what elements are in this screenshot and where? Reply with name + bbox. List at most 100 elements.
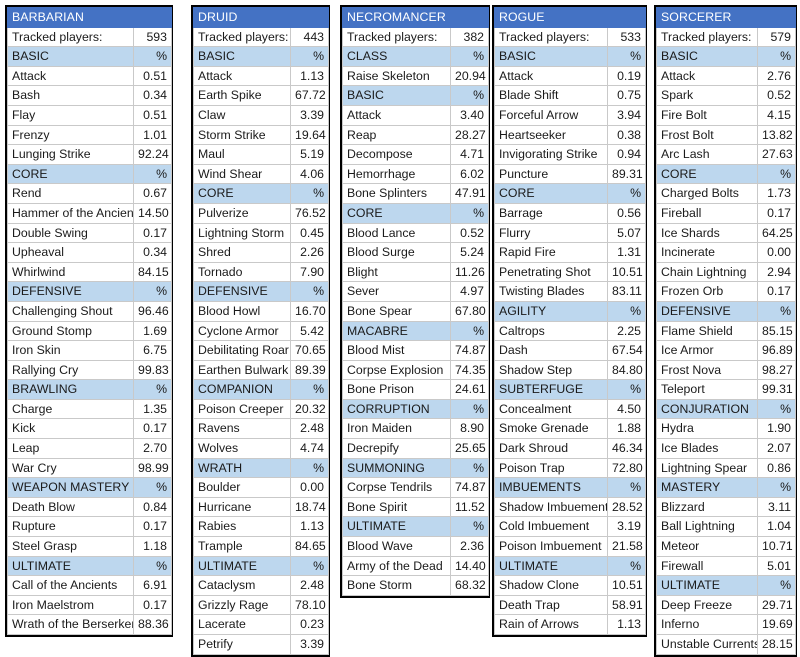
skill-usage-percent: 0.45 — [289, 222, 330, 244]
skill-category-row: ULTIMATE% — [193, 555, 330, 577]
skill-category-label: DEFENSIVE — [656, 300, 758, 322]
skill-name: Hammer of the Ancients — [7, 202, 134, 224]
skill-name: Cyclone Armor — [193, 320, 291, 342]
skill-name: Fireball — [656, 202, 758, 224]
skill-name: Death Trap — [494, 594, 608, 616]
skill-name: Reap — [342, 124, 451, 146]
percent-column-header: % — [289, 555, 330, 577]
skill-usage-percent: 98.27 — [757, 359, 796, 381]
skill-usage-percent: 4.15 — [757, 104, 796, 126]
skill-row: Hydra 1.90 — [656, 418, 796, 440]
skill-row: Flay 0.51 — [7, 104, 172, 126]
skill-row: Rabies 1.13 — [193, 516, 330, 538]
skill-name: Claw — [193, 104, 291, 126]
skill-usage-percent: 1.18 — [133, 536, 172, 557]
percent-column-header: % — [289, 281, 330, 302]
skill-usage-percent: 0.84 — [133, 496, 172, 518]
skill-name: Challenging Shout — [7, 300, 134, 322]
skill-name: Forceful Arrow — [494, 104, 608, 126]
skill-category-label: BASIC — [342, 85, 451, 106]
skill-category-row: AGILITY% — [494, 300, 646, 322]
skill-row: Arc Lash 27.63 — [656, 144, 796, 165]
skill-usage-percent: 2.25 — [607, 320, 646, 342]
skill-category-row: WRATH% — [193, 457, 330, 479]
class-title-row: ROGUE — [494, 7, 646, 28]
skill-usage-percent: 0.23 — [289, 614, 330, 635]
skill-usage-percent: 1.88 — [607, 418, 646, 440]
skill-category-row: WEAPON MASTERY% — [7, 477, 172, 498]
skill-category-row: BRAWLING% — [7, 379, 172, 400]
skill-name: Rabies — [193, 516, 291, 538]
skill-row: Bone Splinters 47.91 — [342, 183, 490, 204]
skill-usage-percent: 46.34 — [607, 438, 646, 459]
class-table-druid: DRUID Tracked players: 443 BASIC% Attack 1.13… — [191, 5, 330, 657]
skill-usage-percent: 99.83 — [133, 359, 172, 381]
skill-name: Double Swing — [7, 222, 134, 244]
skill-usage-percent: 28.27 — [449, 124, 490, 146]
skill-name: Upheaval — [7, 242, 134, 263]
skill-name: Blood Lance — [342, 222, 451, 244]
skill-usage-percent: 1.69 — [133, 320, 172, 342]
skill-usage-percent: 24.61 — [449, 379, 490, 400]
skill-row: Challenging Shout 96.46 — [7, 300, 172, 322]
skill-name: Lightning Storm — [193, 222, 291, 244]
skill-category-label: MASTERY — [656, 477, 758, 498]
class-table-rogue: ROGUE Tracked players: 533 BASIC% Attack 0.19… — [492, 5, 647, 637]
skill-category-label: CORRUPTION — [342, 398, 451, 420]
skill-name: Cataclysm — [193, 575, 291, 596]
skill-usage-percent: 20.32 — [289, 398, 330, 420]
skill-row: Smoke Grenade 1.88 — [494, 418, 646, 440]
skill-category-label: ULTIMATE — [494, 555, 608, 577]
skill-name: Bash — [7, 85, 134, 106]
skill-row: Grizzly Rage 78.10 — [193, 594, 330, 616]
skill-usage-percent: 99.31 — [757, 379, 796, 400]
skill-usage-percent: 0.17 — [757, 281, 796, 302]
class-title-row: NECROMANCER — [341, 7, 490, 28]
class-table-sorcerer: SORCERER Tracked players: 579 BASIC% Attack 2… — [654, 5, 797, 657]
class-title-row: BARBARIAN — [7, 7, 172, 28]
skill-usage-percent: 0.17 — [133, 418, 172, 440]
skill-row: Charged Bolts 1.73 — [656, 183, 796, 204]
skill-name: Ice Blades — [656, 438, 758, 459]
skill-usage-percent: 5.19 — [289, 144, 330, 165]
skill-name: Blood Surge — [342, 242, 451, 263]
skill-name: Shred — [193, 242, 291, 263]
skill-usage-percent: 89.31 — [607, 163, 646, 185]
skill-name: Attack — [7, 65, 134, 87]
skill-usage-percent: 67.72 — [289, 85, 330, 106]
skill-row: Blood Wave 2.36 — [342, 536, 490, 557]
skill-name: Frost Bolt — [656, 124, 758, 146]
skill-name: Inferno — [656, 614, 758, 635]
skill-category-label: IMBUEMENTS — [494, 477, 608, 498]
percent-column-header: % — [757, 575, 796, 596]
percent-column-header: % — [607, 183, 646, 204]
tracked-players-label: Tracked players: — [7, 26, 134, 48]
skill-usage-percent: 4.97 — [449, 281, 490, 302]
skill-row: Kick 0.17 — [7, 418, 172, 440]
skill-usage-percent: 19.69 — [757, 614, 796, 635]
class-title-row: DRUID — [192, 7, 330, 28]
tracked-players-value: 382 — [449, 26, 490, 48]
skill-usage-percent: 11.26 — [449, 261, 490, 283]
skill-name: Poison Imbuement — [494, 536, 608, 557]
skill-name: Invigorating Strike — [494, 144, 608, 165]
skill-category-row: CORE% — [7, 163, 172, 185]
skill-usage-percent: 2.48 — [289, 575, 330, 596]
skill-usage-percent: 1.90 — [757, 418, 796, 440]
skill-usage-percent: 0.17 — [133, 516, 172, 538]
skill-name: Ice Armor — [656, 340, 758, 361]
skill-category-row: BASIC% — [193, 46, 330, 67]
skill-row: Wind Shear 4.06 — [193, 163, 330, 185]
percent-column-header: % — [133, 379, 172, 400]
skill-row: Ground Stomp 1.69 — [7, 320, 172, 342]
skill-name: Leap — [7, 438, 134, 459]
skill-usage-percent: 74.87 — [449, 477, 490, 498]
skill-name: Raise Skeleton — [342, 65, 451, 87]
percent-column-header: % — [757, 477, 796, 498]
skill-row: Blood Surge 5.24 — [342, 242, 490, 263]
tracked-players-row: Tracked players: 382 — [342, 26, 490, 48]
class-name: SORCERER — [656, 7, 796, 28]
skill-usage-percent: 0.19 — [607, 65, 646, 87]
skill-category-row: CORRUPTION% — [342, 398, 490, 420]
skill-name: Firewall — [656, 555, 758, 577]
